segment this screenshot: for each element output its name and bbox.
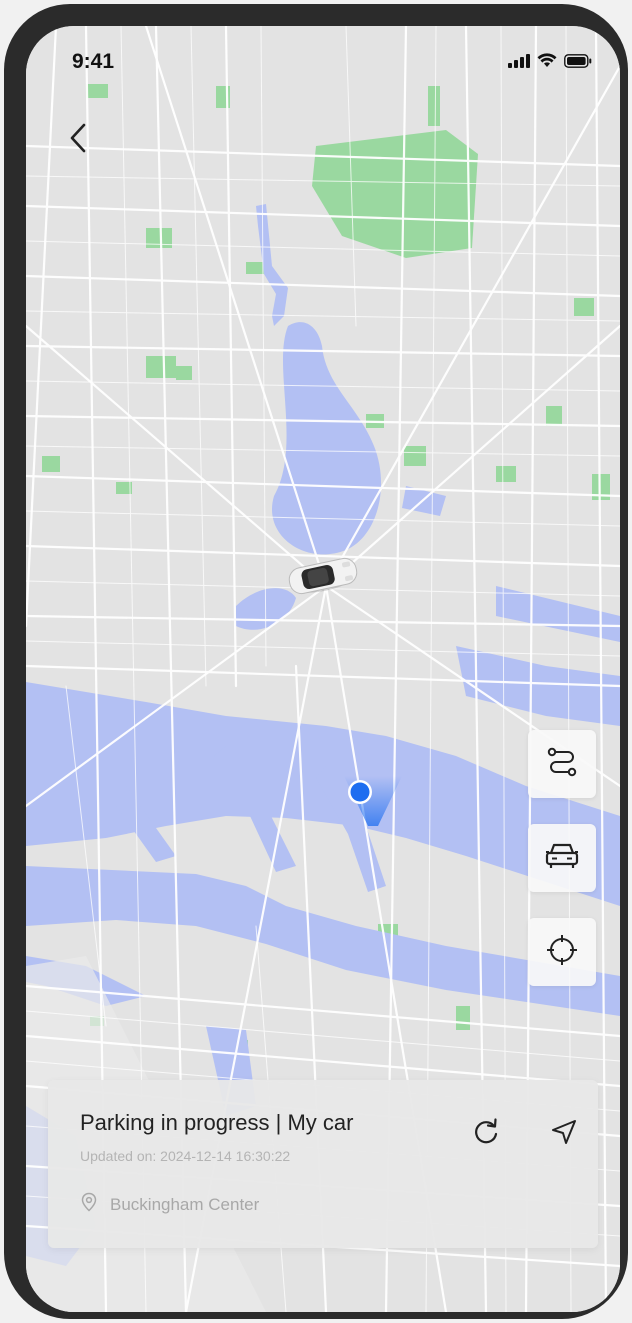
parking-location: Buckingham Center (80, 1192, 259, 1217)
route-icon (544, 744, 580, 785)
my-location-dot (346, 778, 374, 811)
screen: 9:41 Parking in progress | My car Update… (26, 26, 620, 1312)
my-car-button[interactable] (528, 824, 596, 892)
parking-updated-time: Updated on: 2024-12-14 16:30:22 (80, 1148, 291, 1164)
phone-frame: 9:41 Parking in progress | My car Update… (4, 4, 628, 1319)
back-button[interactable] (60, 122, 96, 158)
refresh-icon (471, 1117, 501, 1152)
parking-info-card: Parking in progress | My car Updated on:… (48, 1080, 598, 1248)
car-icon (543, 840, 581, 877)
route-button[interactable] (528, 730, 596, 798)
locate-crosshair-icon (544, 932, 580, 973)
status-bar: 9:41 (26, 26, 620, 86)
map-pin-icon (80, 1192, 98, 1217)
parked-car-marker[interactable] (284, 554, 362, 603)
parking-card-title: Parking in progress | My car (80, 1110, 354, 1135)
chevron-left-icon (67, 122, 89, 159)
status-time: 9:41 (72, 50, 115, 73)
cellular-signal-icon (508, 53, 530, 73)
locate-me-button[interactable] (528, 918, 596, 986)
battery-icon (564, 53, 592, 73)
parking-location-label: Buckingham Center (110, 1194, 260, 1214)
wifi-icon (537, 53, 557, 73)
navigate-button[interactable] (546, 1116, 582, 1152)
navigation-arrow-icon (549, 1117, 579, 1152)
refresh-button[interactable] (468, 1116, 504, 1152)
